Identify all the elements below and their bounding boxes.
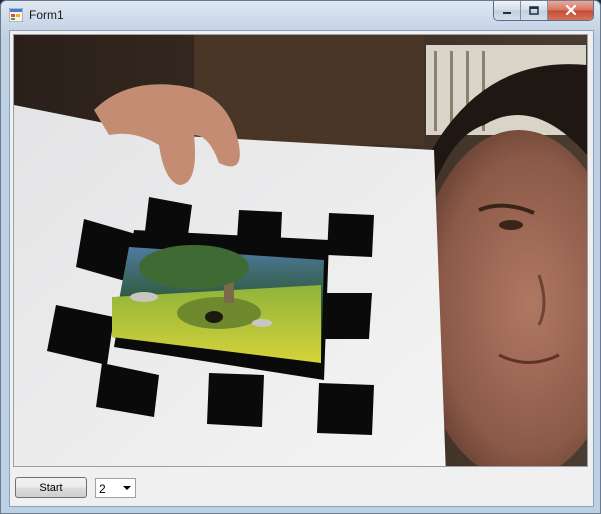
- form-app-icon[interactable]: [8, 7, 24, 23]
- minimize-icon: [502, 2, 512, 20]
- chevron-down-icon[interactable]: [123, 486, 131, 490]
- caption-buttons: [493, 1, 594, 21]
- maximize-button[interactable]: [521, 1, 548, 20]
- maximize-icon: [529, 2, 539, 20]
- count-combobox[interactable]: 2: [95, 478, 136, 498]
- combo-selected-value: 2: [99, 482, 106, 496]
- camera-feed-frame: [13, 34, 588, 467]
- camera-feed: [14, 35, 587, 466]
- close-icon: [565, 2, 577, 20]
- start-button[interactable]: Start: [15, 477, 87, 498]
- minimize-button[interactable]: [494, 1, 521, 20]
- close-button[interactable]: [548, 1, 593, 20]
- title-bar[interactable]: Form1: [1, 1, 600, 29]
- form-client-area: Start 2: [9, 30, 594, 507]
- window-title: Form1: [29, 8, 64, 22]
- app-window: Form1 Start 2: [0, 0, 601, 514]
